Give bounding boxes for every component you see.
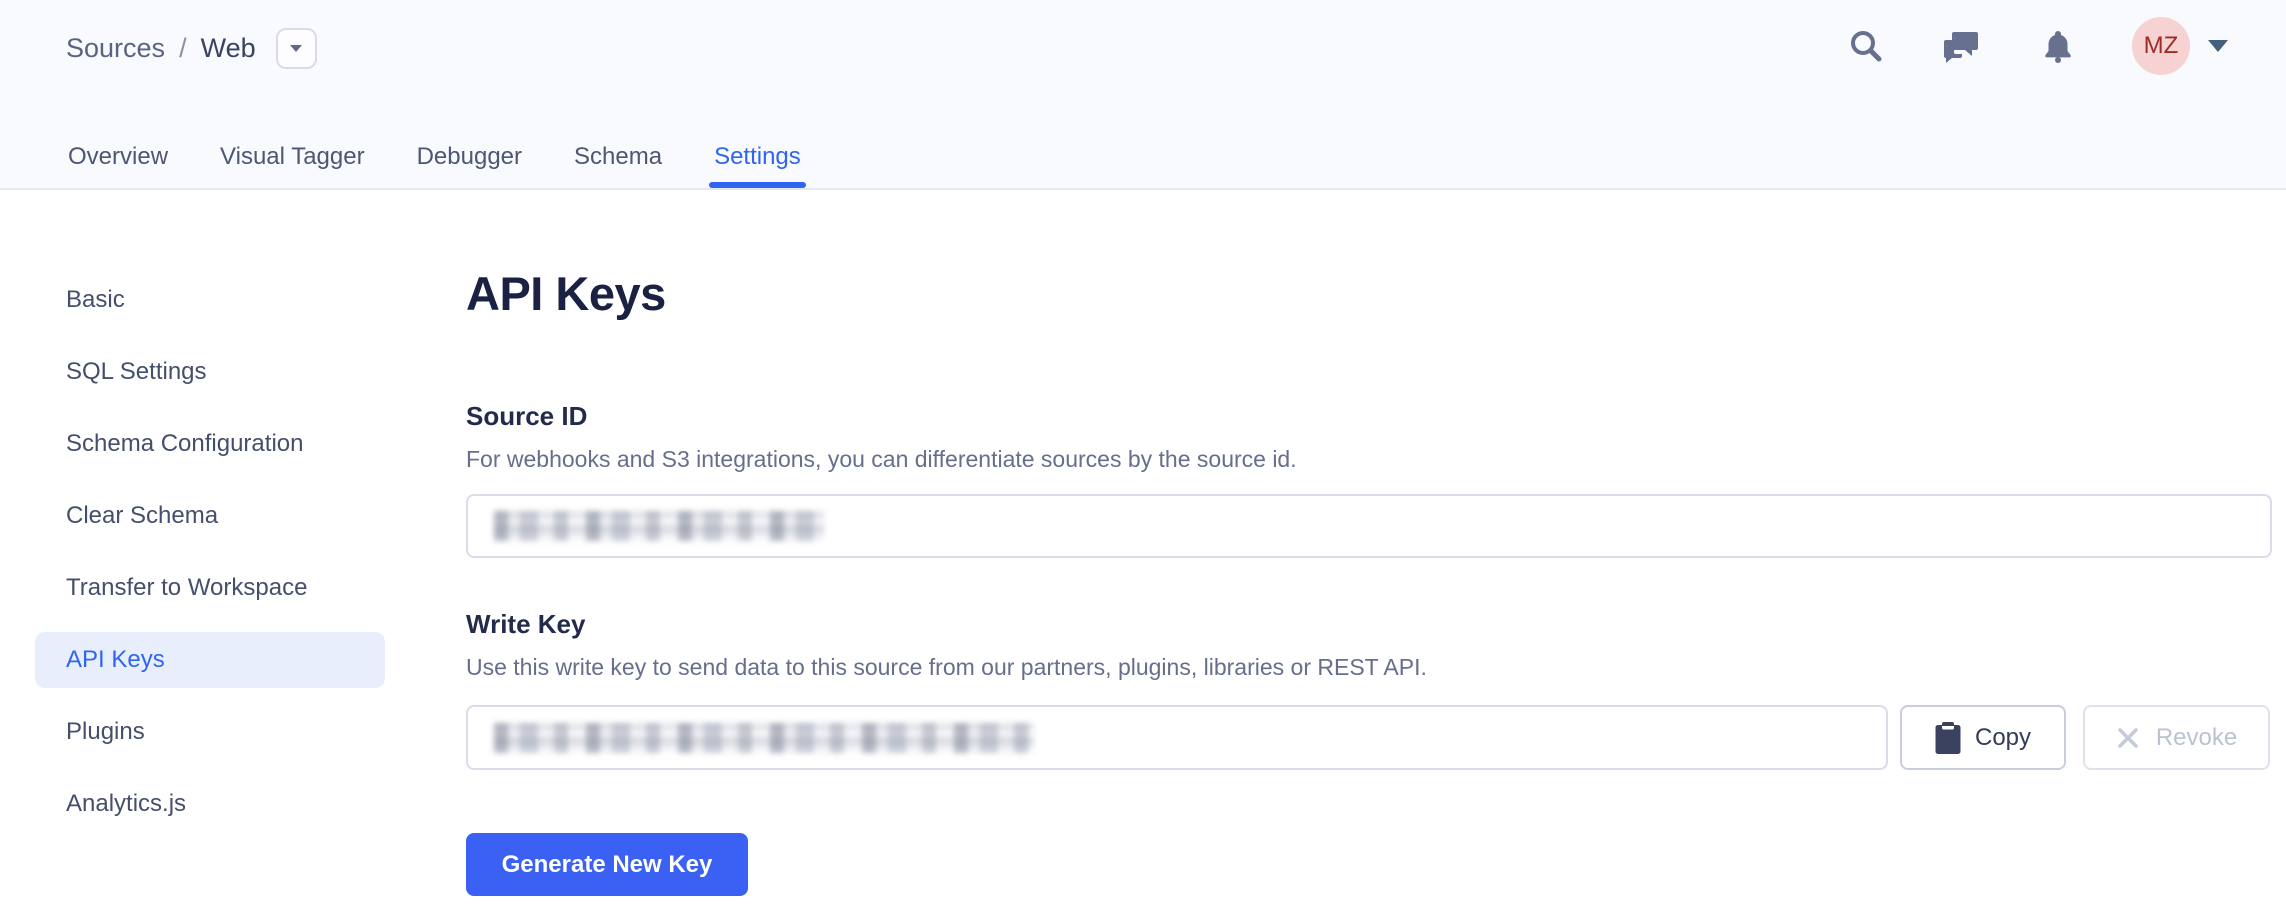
- account-menu-button[interactable]: [2204, 34, 2232, 58]
- source-id-label: Source ID: [466, 401, 587, 432]
- tab-settings[interactable]: Settings: [714, 126, 801, 188]
- settings-sidebar: Basic SQL Settings Schema Configuration …: [0, 190, 466, 848]
- source-id-redacted-value: [494, 511, 824, 541]
- chat-icon: [1944, 28, 1980, 64]
- write-key-input[interactable]: [466, 705, 1888, 770]
- breadcrumb-current-source[interactable]: Web: [201, 33, 256, 64]
- sidebar-item-plugins[interactable]: Plugins: [35, 704, 385, 760]
- sidebar-item-clear-schema[interactable]: Clear Schema: [35, 488, 385, 544]
- revoke-button-label: Revoke: [2156, 724, 2237, 752]
- source-id-description: For webhooks and S3 integrations, you ca…: [466, 446, 1297, 473]
- breadcrumb: Sources / Web: [66, 30, 317, 66]
- write-key-description: Use this write key to send data to this …: [466, 654, 1427, 681]
- breadcrumb-separator: /: [179, 33, 187, 64]
- sidebar-item-schema-configuration[interactable]: Schema Configuration: [35, 416, 385, 472]
- write-key-redacted-value: [494, 723, 1034, 753]
- caret-down-icon: [2206, 38, 2230, 54]
- page-title: API Keys: [466, 266, 666, 321]
- main-content: API Keys Source ID For webhooks and S3 i…: [466, 190, 2286, 914]
- tab-bar: Overview Visual Tagger Debugger Schema S…: [68, 126, 801, 188]
- tab-debugger[interactable]: Debugger: [417, 126, 522, 188]
- revoke-button[interactable]: Revoke: [2083, 705, 2270, 770]
- chat-button[interactable]: [1940, 24, 1984, 68]
- header: Sources / Web: [0, 0, 2286, 190]
- sidebar-item-basic[interactable]: Basic: [35, 272, 385, 328]
- tab-visual-tagger[interactable]: Visual Tagger: [220, 126, 365, 188]
- sidebar-item-transfer-to-workspace[interactable]: Transfer to Workspace: [35, 560, 385, 616]
- breadcrumb-sources[interactable]: Sources: [66, 33, 165, 64]
- sidebar-item-api-keys[interactable]: API Keys: [35, 632, 385, 688]
- copy-button[interactable]: Copy: [1900, 705, 2066, 770]
- source-id-input[interactable]: [466, 494, 2272, 558]
- write-key-label: Write Key: [466, 609, 585, 640]
- avatar-initials: MZ: [2144, 32, 2179, 60]
- clipboard-icon: [1935, 722, 1961, 754]
- sidebar-item-sql-settings[interactable]: SQL Settings: [35, 344, 385, 400]
- copy-button-label: Copy: [1975, 724, 2031, 752]
- notifications-button[interactable]: [2036, 24, 2080, 68]
- x-icon: [2116, 726, 2140, 750]
- sidebar-item-analytics-js[interactable]: Analytics.js: [35, 776, 385, 832]
- search-icon: [1848, 28, 1884, 64]
- generate-new-key-button[interactable]: Generate New Key: [466, 833, 748, 896]
- avatar[interactable]: MZ: [2132, 17, 2190, 75]
- tab-overview[interactable]: Overview: [68, 126, 168, 188]
- search-button[interactable]: [1844, 24, 1888, 68]
- bell-icon: [2040, 28, 2076, 64]
- tab-schema[interactable]: Schema: [574, 126, 662, 188]
- source-switcher-button[interactable]: [276, 28, 317, 69]
- chevron-down-icon: [289, 43, 303, 53]
